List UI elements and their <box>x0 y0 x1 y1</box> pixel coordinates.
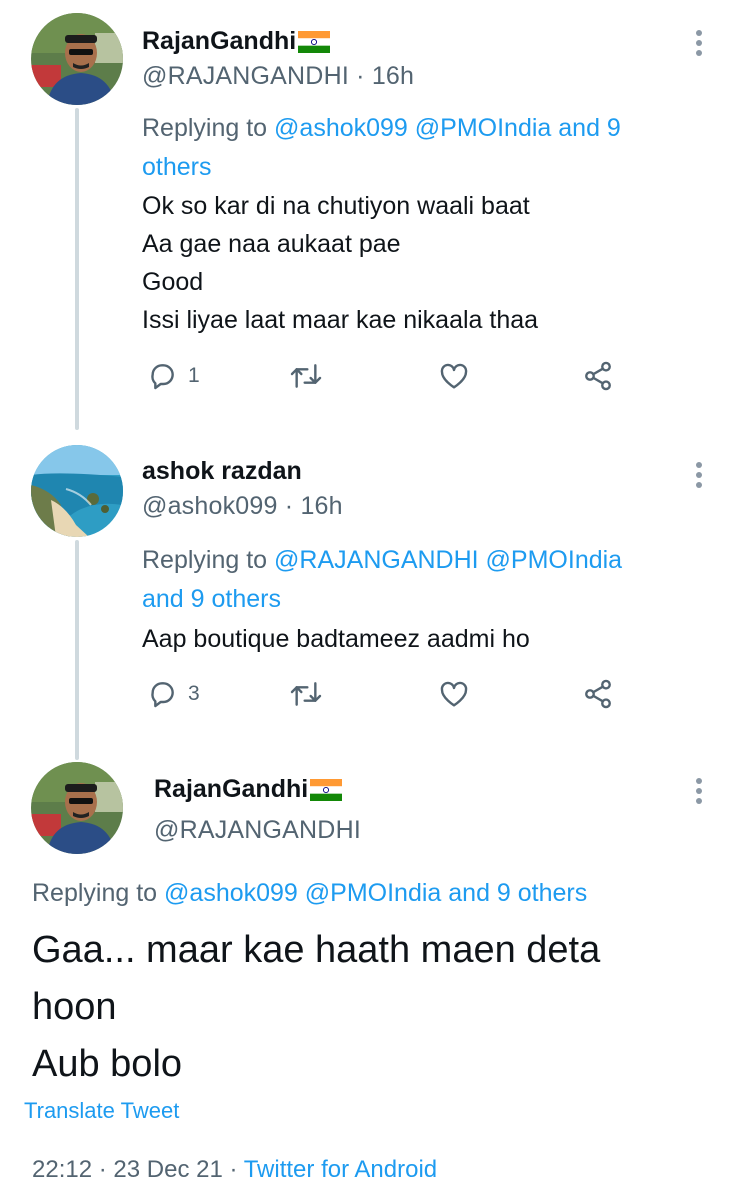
share-button[interactable] <box>581 360 615 392</box>
handle[interactable]: @RAJANGANDHI <box>154 816 361 845</box>
tweet-time[interactable]: 22:12 <box>32 1156 92 1183</box>
replying-prefix: Replying to <box>142 546 268 574</box>
retweet-button[interactable] <box>288 678 324 710</box>
reply-count: 1 <box>188 364 200 387</box>
separator: · <box>229 1156 238 1183</box>
replying-to: Replying to @RAJANGANDHI @PMOIndia and 9… <box>142 541 722 619</box>
timestamp[interactable]: 16h <box>300 492 342 520</box>
india-flag-icon <box>310 778 343 801</box>
heart-icon <box>440 681 468 707</box>
display-name[interactable]: RajanGandhi <box>142 27 331 56</box>
replying-targets[interactable]: @ashok099 @PMOIndia and 9 <box>274 114 621 142</box>
replying-targets[interactable]: @ashok099 @PMOIndia and 9 others <box>164 879 587 907</box>
like-button[interactable] <box>437 678 471 710</box>
tweet-date[interactable]: 23 Dec 21 <box>113 1156 222 1183</box>
avatar[interactable] <box>31 762 123 854</box>
replying-prefix: Replying to <box>142 114 268 142</box>
avatar[interactable] <box>31 13 123 105</box>
handle[interactable]: @ashok099 <box>142 492 278 520</box>
more-vertical-icon[interactable] <box>689 26 709 66</box>
display-name-text: RajanGandhi <box>142 27 297 55</box>
translate-tweet-link[interactable]: Translate Tweet <box>24 1098 179 1124</box>
main-tweet-text: Gaa... maar kae haath maen deta hoon Aub… <box>32 929 601 1085</box>
share-icon <box>585 361 611 391</box>
separator: · <box>356 62 365 90</box>
tweet-text: Ok so kar di na chutiyon waali baat Aa g… <box>142 192 539 334</box>
retweet-icon <box>290 682 322 706</box>
tweet-meta: 22:12 · 23 Dec 21 · Twitter for Android <box>32 1156 437 1184</box>
heart-icon <box>440 363 468 389</box>
display-name-text: RajanGandhi <box>154 775 309 803</box>
thread-line <box>75 540 79 760</box>
like-button[interactable] <box>437 360 471 392</box>
tweet-thread-page: RajanGandhi @RAJANGANDHI · 16h Replying … <box>0 0 738 1200</box>
more-vertical-icon[interactable] <box>689 458 709 498</box>
display-name-text: ashok razdan <box>142 457 302 485</box>
share-button[interactable] <box>581 678 615 710</box>
replying-targets-more[interactable]: and 9 others <box>142 585 281 613</box>
tweet-text: Aap boutique badtameez aadmi ho <box>142 625 530 653</box>
replying-to: Replying to @ashok099 @PMOIndia and 9 ot… <box>32 874 722 913</box>
display-name[interactable]: RajanGandhi <box>154 775 343 804</box>
india-flag-icon <box>298 30 331 53</box>
reply-button[interactable]: 3 <box>146 678 200 710</box>
reply-icon <box>151 364 174 390</box>
replying-targets[interactable]: @RAJANGANDHI @PMOIndia <box>274 546 622 574</box>
handle-and-time: @ashok099 · 16h <box>142 492 343 521</box>
tweet-source[interactable]: Twitter for Android <box>244 1156 437 1183</box>
timestamp[interactable]: 16h <box>372 62 414 90</box>
separator: · <box>284 492 294 520</box>
retweet-icon <box>290 364 322 388</box>
reply-count: 3 <box>188 682 200 705</box>
replying-prefix: Replying to <box>32 879 158 907</box>
handle-and-time: @RAJANGANDHI · 16h <box>142 62 414 91</box>
avatar[interactable] <box>31 445 123 537</box>
thread-line <box>75 108 79 430</box>
replying-targets-more[interactable]: others <box>142 153 211 181</box>
reply-button[interactable]: 1 <box>146 360 200 392</box>
replying-to: Replying to @ashok099 @PMOIndia and 9 ot… <box>142 109 722 187</box>
share-icon <box>585 679 611 709</box>
retweet-button[interactable] <box>288 360 324 392</box>
display-name[interactable]: ashok razdan <box>142 457 302 486</box>
separator: · <box>98 1156 107 1183</box>
handle[interactable]: @RAJANGANDHI <box>142 62 349 90</box>
more-vertical-icon[interactable] <box>689 774 709 814</box>
reply-icon <box>151 682 174 708</box>
